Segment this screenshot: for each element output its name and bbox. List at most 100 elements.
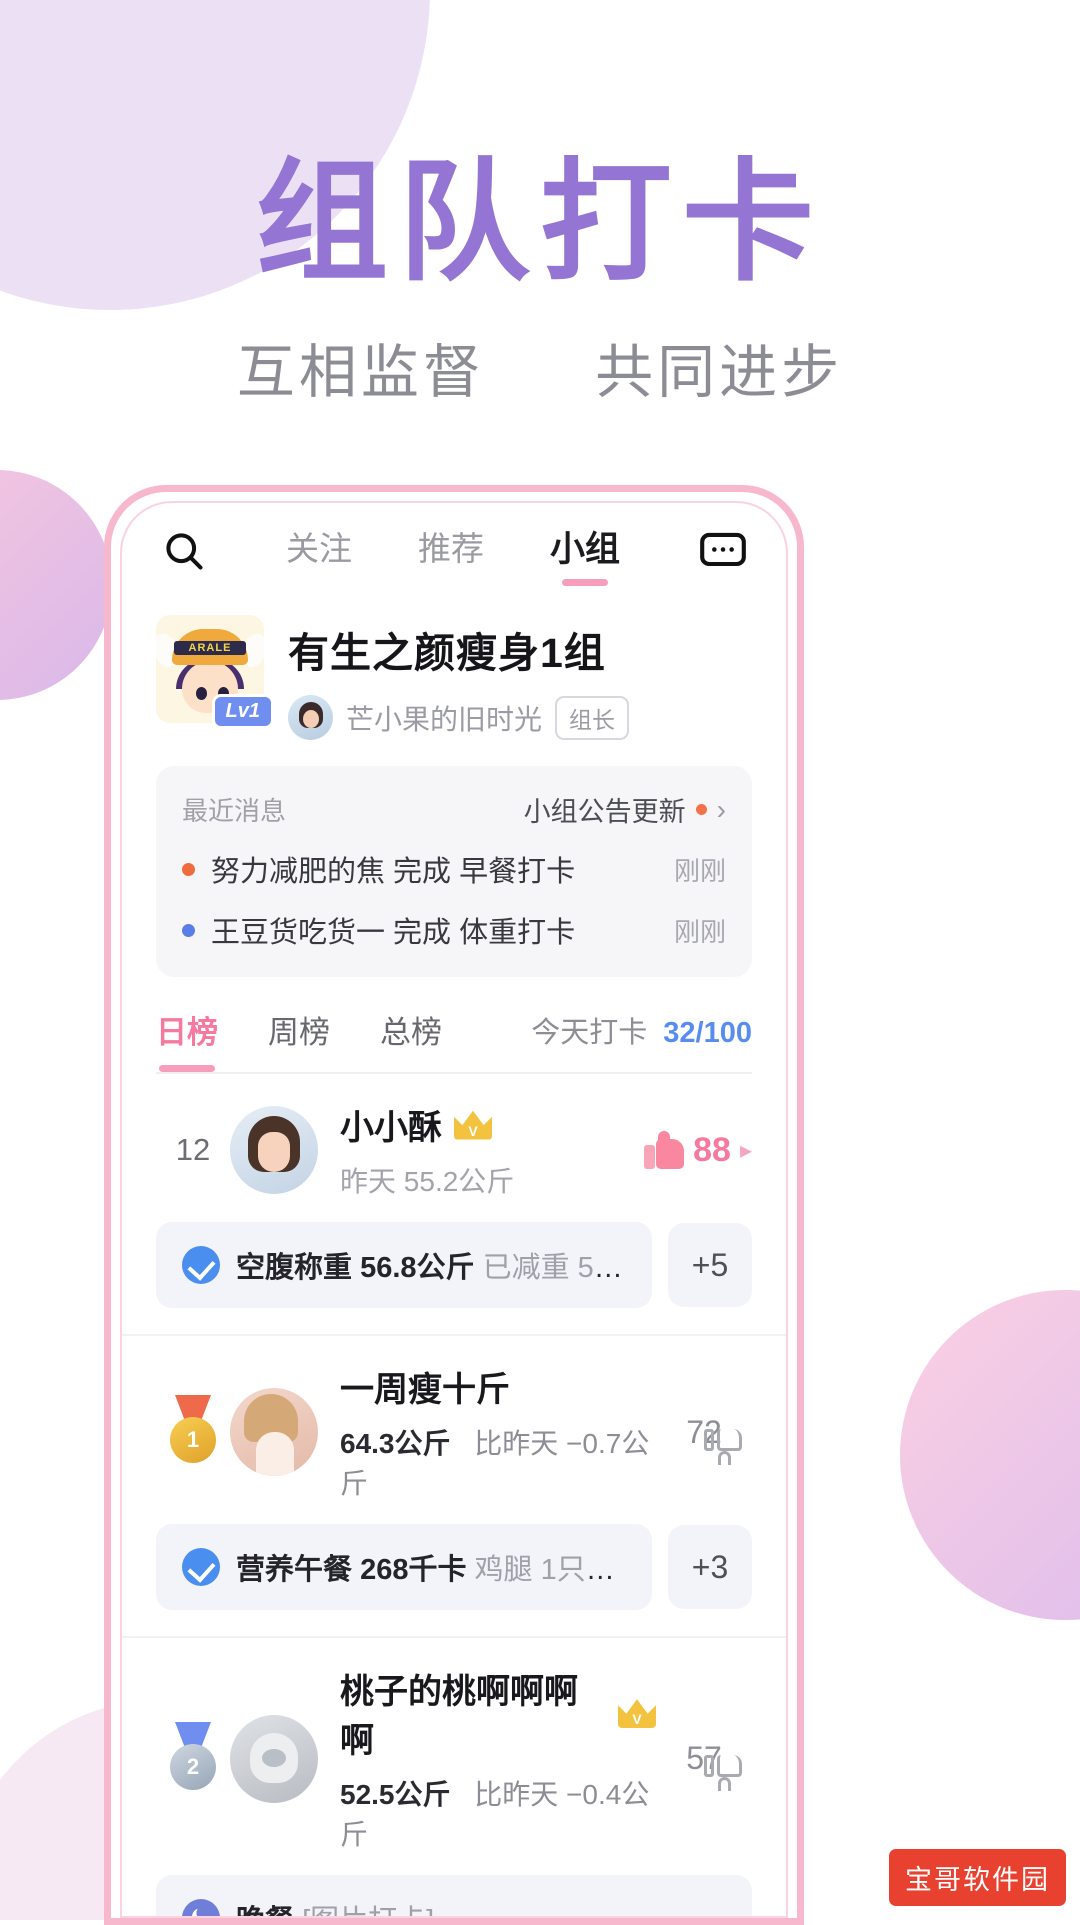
crown-icon xyxy=(454,1110,492,1140)
notice-dot-icon xyxy=(695,804,707,815)
message-row[interactable]: 王豆货吃货一 完成 体重打卡 刚刚 xyxy=(182,909,726,951)
search-icon[interactable] xyxy=(156,523,212,579)
checkin-extra: 鸡腿 1只、酸奶、蔬菜沙拉... xyxy=(474,1554,626,1586)
ranking-user-stats: 52.5公斤 比昨天 −0.4公斤 xyxy=(340,1773,656,1853)
checkin-value: 268千卡 xyxy=(360,1554,467,1586)
hero-section: 组队打卡 互相监督 共同进步 xyxy=(0,0,1080,409)
avatar-hat-text: ARALE xyxy=(188,642,232,654)
ranking-row[interactable]: 2 桃子的桃啊啊啊啊 52.5公斤 比昨天 −0.4公斤 57 xyxy=(122,1638,786,1916)
group-info: 有生之颜瘦身1组 芒小果的旧时光 组长 xyxy=(288,615,752,740)
hero-subtitle-left: 互相监督 xyxy=(236,340,485,406)
checkin-label: 晚餐 xyxy=(236,1905,294,1916)
ranking-user-info: 一周瘦十斤 64.3公斤 比昨天 −0.7公斤 xyxy=(340,1362,656,1502)
watermark: 宝哥软件园 xyxy=(889,1849,1066,1906)
like-arrow-icon: ▸ xyxy=(739,1136,752,1164)
app-top-bar: 关注 推荐 小组 xyxy=(122,503,786,599)
medal-gold-icon: 1 xyxy=(163,1395,223,1469)
stat-prefix: 昨天 xyxy=(340,1166,397,1197)
user-avatar[interactable] xyxy=(230,1714,318,1803)
ranking-name-row: 一周瘦十斤 xyxy=(340,1362,656,1411)
like-button[interactable]: 88 ▸ xyxy=(644,1131,752,1170)
checkin-row: 营养午餐 268千卡 鸡腿 1只、酸奶、蔬菜沙拉... +3 xyxy=(156,1502,752,1636)
group-header[interactable]: ARALE Lv1 有生之颜瘦身1组 芒小果的旧时光 组长 xyxy=(122,599,786,740)
check-circle-icon xyxy=(182,1246,220,1284)
checkin-text: 空腹称重 56.8公斤 已减重 5.6公斤 xyxy=(236,1244,626,1286)
today-checkin-count: 32/100 xyxy=(663,1016,752,1049)
user-avatar[interactable] xyxy=(230,1106,318,1194)
group-notice-link[interactable]: 小组公告更新 › xyxy=(524,790,726,829)
message-dot-icon xyxy=(182,923,195,937)
avatar-eye-left xyxy=(196,687,207,700)
hero-subtitle: 互相监督 共同进步 xyxy=(0,325,1080,409)
group-notice-label: 小组公告更新 xyxy=(523,797,686,827)
thumbs-up-icon xyxy=(644,1131,685,1169)
ranking-row-main: 1 一周瘦十斤 64.3公斤 比昨天 −0.7公斤 72 xyxy=(156,1362,752,1502)
checkin-extra: 已减重 5.6公斤 xyxy=(482,1252,626,1284)
ranking-row[interactable]: 1 一周瘦十斤 64.3公斤 比昨天 −0.7公斤 72 营养午餐 268千卡 … xyxy=(122,1336,786,1638)
ranking-user-stats: 64.3公斤 比昨天 −0.7公斤 xyxy=(340,1422,656,1502)
checkin-chip[interactable]: 空腹称重 56.8公斤 已减重 5.6公斤 xyxy=(156,1222,652,1308)
rank-position: 12 xyxy=(175,1132,211,1167)
message-dot-icon xyxy=(182,862,195,876)
checkin-row: 空腹称重 56.8公斤 已减重 5.6公斤 +5 xyxy=(156,1200,752,1334)
level-badge: Lv1 xyxy=(211,694,274,729)
user-name: 桃子的桃啊啊啊啊 xyxy=(340,1673,578,1760)
user-name: 一周瘦十斤 xyxy=(340,1371,510,1409)
recent-messages-header: 最近消息 小组公告更新 › xyxy=(182,790,726,829)
checkin-text: 营养午餐 268千卡 鸡腿 1只、酸奶、蔬菜沙拉... xyxy=(236,1546,626,1588)
tab-recommend[interactable]: 推荐 xyxy=(412,518,490,584)
tab-group[interactable]: 小组 xyxy=(544,517,626,586)
group-avatar-wrapper: ARALE Lv1 xyxy=(156,615,274,729)
owner-avatar xyxy=(288,695,333,740)
ranking-row-main: 2 桃子的桃啊啊啊啊 52.5公斤 比昨天 −0.4公斤 57 xyxy=(156,1664,752,1853)
ranking-user-stats: 昨天 55.2公斤 xyxy=(340,1160,644,1200)
stat-weight: 55.2公斤 xyxy=(403,1166,515,1197)
rank-tab-weekly[interactable]: 周榜 xyxy=(268,1007,330,1070)
like-button[interactable]: 72 xyxy=(656,1414,752,1465)
checkin-label: 空腹称重 xyxy=(236,1252,353,1284)
checkin-label: 营养午餐 xyxy=(236,1554,353,1586)
like-button[interactable]: 57 xyxy=(656,1740,752,1791)
phone-mockup: 关注 推荐 小组 ARALE Lv1 有生之颜瘦身1组 芒小果的旧时光 组长 最… xyxy=(104,485,804,1925)
stat-weight: 64.3公斤 xyxy=(340,1428,451,1459)
ranking-user-info: 小小酥 昨天 55.2公斤 xyxy=(340,1100,644,1200)
ranking-tabs: 日榜 周榜 总榜 今天打卡 32/100 xyxy=(156,1007,752,1074)
recent-messages-title: 最近消息 xyxy=(182,796,287,826)
owner-name: 芒小果的旧时光 xyxy=(346,703,543,735)
owner-role-badge: 组长 xyxy=(555,695,630,740)
today-checkin-summary: 今天打卡 32/100 xyxy=(531,1009,752,1069)
background-blob-left xyxy=(0,470,112,700)
points-badge: +3 xyxy=(668,1525,752,1609)
tab-follow[interactable]: 关注 xyxy=(280,518,358,584)
background-blob-right xyxy=(900,1290,1080,1620)
points-badge: +5 xyxy=(668,1223,752,1307)
message-time: 刚刚 xyxy=(673,916,726,947)
medal-rank: 1 xyxy=(170,1417,216,1463)
chat-bubble-icon[interactable] xyxy=(694,522,752,580)
page-title: 组队打卡 xyxy=(256,149,824,296)
ranking-name-row: 小小酥 xyxy=(340,1100,644,1149)
checkin-row: 晚餐 [图片打卡] xyxy=(156,1853,752,1916)
checkin-chip[interactable]: 营养午餐 268千卡 鸡腿 1只、酸奶、蔬菜沙拉... xyxy=(156,1524,652,1610)
message-time: 刚刚 xyxy=(673,855,726,886)
rank-tab-total[interactable]: 总榜 xyxy=(380,1007,442,1070)
user-avatar[interactable] xyxy=(230,1388,318,1476)
checkin-extra: [图片打卡] xyxy=(302,1905,434,1916)
phone-screen: 关注 推荐 小组 ARALE Lv1 有生之颜瘦身1组 芒小果的旧时光 组长 最… xyxy=(120,501,788,1918)
chevron-right-icon: › xyxy=(716,793,726,825)
ranking-row[interactable]: 12 小小酥 昨天 55.2公斤 88 xyxy=(122,1074,786,1336)
checkin-chip[interactable]: 晚餐 [图片打卡] xyxy=(156,1875,752,1916)
check-circle-icon xyxy=(182,1548,220,1586)
group-name: 有生之颜瘦身1组 xyxy=(288,630,606,676)
ranking-user-info: 桃子的桃啊啊啊啊 52.5公斤 比昨天 −0.4公斤 xyxy=(340,1664,656,1853)
feed-tabs: 关注 推荐 小组 xyxy=(212,517,694,586)
message-row[interactable]: 努力减肥的焦 完成 早餐打卡 刚刚 xyxy=(182,848,726,890)
checkin-value: 56.8公斤 xyxy=(360,1252,475,1284)
recent-messages-card: 最近消息 小组公告更新 › 努力减肥的焦 完成 早餐打卡 刚刚 王豆货吃货一 完… xyxy=(156,766,752,977)
message-text: 努力减肥的焦 完成 早餐打卡 xyxy=(211,856,576,888)
today-checkin-label: 今天打卡 xyxy=(531,1016,648,1049)
rank-tab-daily[interactable]: 日榜 xyxy=(156,1007,218,1070)
medal-rank: 2 xyxy=(170,1743,216,1790)
message-text: 王豆货吃货一 完成 体重打卡 xyxy=(211,917,576,949)
group-owner-row[interactable]: 芒小果的旧时光 组长 xyxy=(288,695,752,740)
